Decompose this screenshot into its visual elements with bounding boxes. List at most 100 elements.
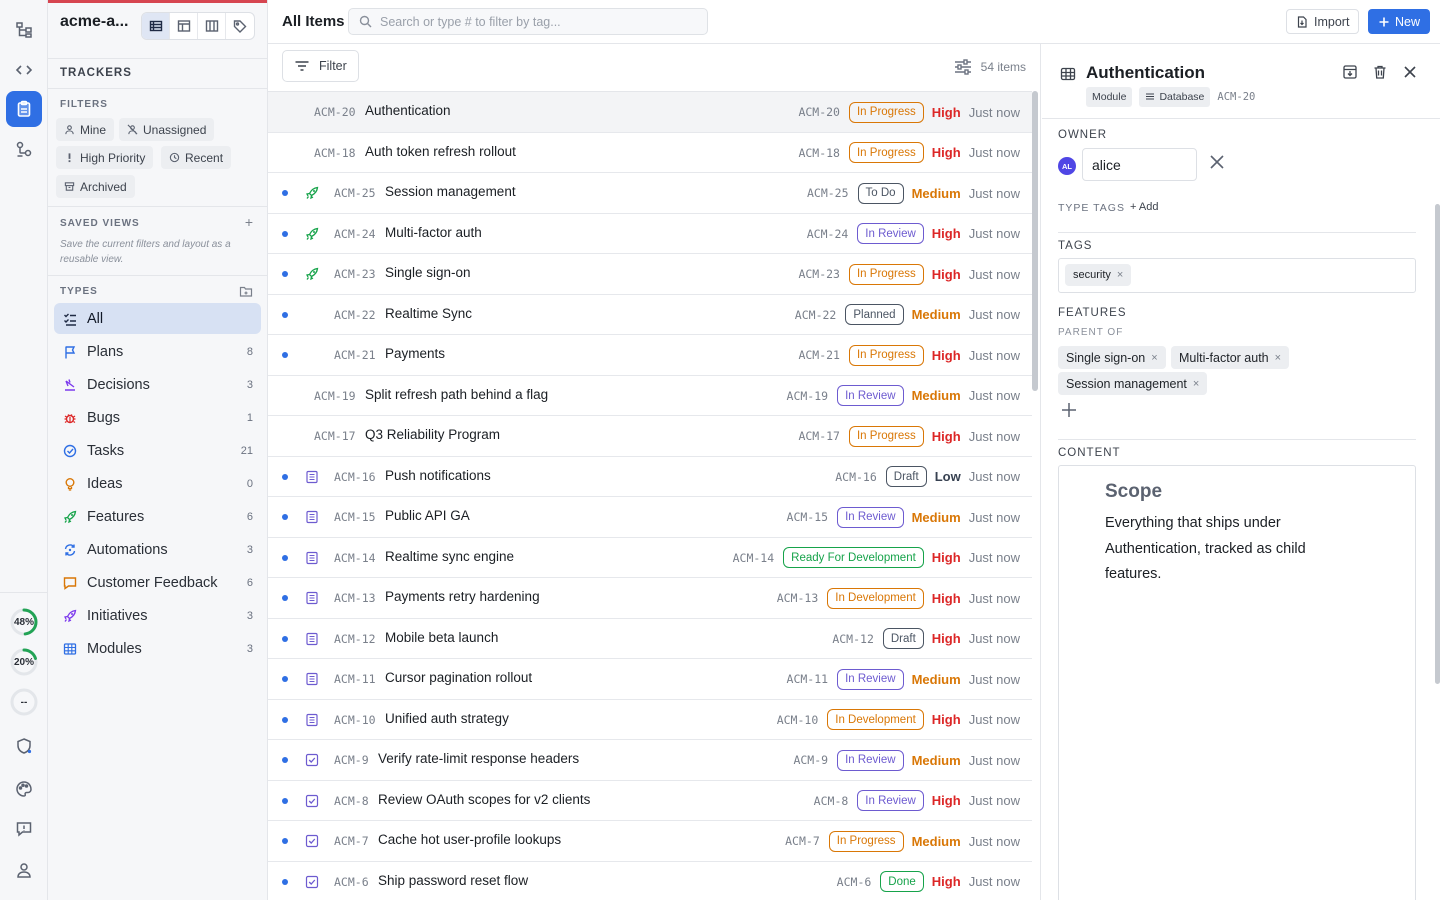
hierarchy-icon[interactable] <box>6 12 42 48</box>
detail-title[interactable]: Authentication <box>1086 63 1205 83</box>
shield-icon[interactable] <box>6 728 42 764</box>
table-row[interactable]: ACM-23 Single sign-on ACM-23 In Progress Hig… <box>268 254 1032 295</box>
priority-label[interactable]: High <box>932 145 961 160</box>
table-row[interactable]: ACM-20 Authentication ACM-20 In Progress Hig… <box>268 92 1032 133</box>
priority-label[interactable]: High <box>932 267 961 282</box>
feedback-icon[interactable] <box>6 811 42 847</box>
owner-field[interactable]: alice <box>1082 148 1197 181</box>
type-item-tasks[interactable]: Tasks 21 <box>54 435 261 466</box>
search-box[interactable] <box>348 8 708 35</box>
status-badge[interactable]: In Progress <box>848 425 924 447</box>
status-badge[interactable]: Done <box>880 871 924 892</box>
priority-label[interactable]: High <box>932 226 961 241</box>
table-view-icon[interactable] <box>170 13 198 39</box>
status-badge[interactable]: Ready For Development <box>783 547 924 568</box>
list-view-icon[interactable] <box>142 13 170 39</box>
status-badge[interactable]: In Development <box>827 709 924 730</box>
board-view-icon[interactable] <box>198 13 226 39</box>
priority-label[interactable]: High <box>932 105 961 120</box>
tag-view-icon[interactable] <box>226 13 254 39</box>
priority-label[interactable]: High <box>932 591 961 606</box>
status-badge[interactable]: Draft <box>882 628 924 649</box>
status-badge[interactable]: Draft <box>885 466 927 487</box>
table-row[interactable]: ACM-22 Realtime Sync ACM-22 Planned Medium Ju… <box>268 295 1032 335</box>
table-row[interactable]: ACM-9 Verify rate-limit response headers A… <box>268 740 1032 781</box>
priority-label[interactable]: Low <box>935 469 961 484</box>
priority-label[interactable]: High <box>932 348 961 363</box>
filter-chip-unassigned[interactable]: Unassigned <box>119 118 215 141</box>
status-badge[interactable]: In Progress <box>848 101 924 123</box>
table-row[interactable]: ACM-19 Split refresh path behind a flag AC… <box>268 376 1032 416</box>
type-item-automations[interactable]: Automations 3 <box>54 534 261 565</box>
priority-label[interactable]: Medium <box>912 307 961 322</box>
table-row[interactable]: ACM-14 Realtime sync engine ACM-14 Ready Fo… <box>268 538 1032 578</box>
detail-scrollbar[interactable] <box>1435 204 1440 684</box>
priority-label[interactable]: High <box>932 712 961 727</box>
priority-label[interactable]: High <box>932 874 961 889</box>
new-button[interactable]: New <box>1368 9 1431 34</box>
priority-label[interactable]: Medium <box>912 753 961 768</box>
feature-chip[interactable]: Session management × <box>1058 372 1208 395</box>
add-type-tag-link[interactable]: + Add <box>1130 201 1158 213</box>
status-badge[interactable]: In Progress <box>848 344 924 366</box>
feature-chip[interactable]: Single sign-on × <box>1058 346 1166 369</box>
add-feature-icon[interactable] <box>1060 401 1078 419</box>
tag-chip[interactable]: security × <box>1065 264 1132 286</box>
database-pill[interactable]: Database <box>1139 87 1211 107</box>
table-row[interactable]: ACM-10 Unified auth strategy ACM-10 In Deve… <box>268 700 1032 740</box>
table-row[interactable]: ACM-16 Push notifications ACM-16 Draft Low Ju… <box>268 457 1032 497</box>
palette-icon[interactable] <box>6 771 42 807</box>
status-badge[interactable]: In Review <box>857 223 924 244</box>
priority-label[interactable]: High <box>932 429 961 444</box>
table-row[interactable]: ACM-18 Auth token refresh rollout ACM-18 In… <box>268 133 1032 173</box>
priority-label[interactable]: Medium <box>912 186 961 201</box>
archive-box-icon[interactable] <box>1342 64 1358 80</box>
feature-chip[interactable]: Multi-factor auth × <box>1171 346 1290 369</box>
status-badge[interactable]: In Progress <box>828 830 904 852</box>
filter-chip-recent[interactable]: Recent <box>161 146 232 169</box>
workspace-name[interactable]: acme-a... <box>60 13 128 31</box>
type-item-initiatives[interactable]: Initiatives 3 <box>54 600 261 631</box>
add-saved-view-icon[interactable]: + <box>245 214 253 230</box>
table-row[interactable]: ACM-21 Payments ACM-21 In Progress High Just … <box>268 335 1032 376</box>
type-item-decisions[interactable]: Decisions 3 <box>54 369 261 400</box>
tags-field[interactable]: security × <box>1058 258 1416 293</box>
status-badge[interactable]: In Development <box>827 587 924 609</box>
type-item-all[interactable]: All <box>54 303 261 334</box>
priority-label[interactable]: Medium <box>912 834 961 849</box>
type-item-customer-feedback[interactable]: Customer Feedback 6 <box>54 567 261 598</box>
automation-flow-icon[interactable] <box>6 131 42 167</box>
priority-label[interactable]: High <box>932 550 961 565</box>
code-icon[interactable] <box>6 52 42 88</box>
type-item-ideas[interactable]: Ideas 0 <box>54 468 261 499</box>
content-editor[interactable]: Scope Everything that ships under Authen… <box>1058 465 1416 900</box>
table-row[interactable]: ACM-7 Cache hot user-profile lookups ACM-7… <box>268 821 1032 862</box>
status-badge[interactable]: Planned <box>845 304 904 325</box>
remove-feature-icon[interactable]: × <box>1151 352 1157 364</box>
type-pill[interactable]: Module <box>1086 87 1133 107</box>
type-item-plans[interactable]: Plans 8 <box>54 336 261 367</box>
status-badge[interactable]: In Review <box>837 749 904 771</box>
status-badge[interactable]: In Review <box>837 385 904 406</box>
table-row[interactable]: ACM-13 Payments retry hardening ACM-13 In D… <box>268 578 1032 619</box>
priority-label[interactable]: Medium <box>912 510 961 525</box>
priority-label[interactable]: Medium <box>912 388 961 403</box>
filter-button[interactable]: Filter <box>282 50 359 82</box>
table-row[interactable]: ACM-24 Multi-factor auth ACM-24 In Review Hi… <box>268 214 1032 254</box>
status-badge[interactable]: In Review <box>857 790 924 811</box>
remove-feature-icon[interactable]: × <box>1193 378 1199 390</box>
status-badge[interactable]: In Review <box>837 668 904 690</box>
trash-icon[interactable] <box>1372 64 1388 80</box>
priority-label[interactable]: High <box>932 631 961 646</box>
table-row[interactable]: ACM-11 Cursor pagination rollout ACM-11 In … <box>268 659 1032 700</box>
table-row[interactable]: ACM-12 Mobile beta launch ACM-12 Draft High J… <box>268 619 1032 659</box>
clear-owner-icon[interactable] <box>1208 153 1226 171</box>
table-row[interactable]: ACM-6 Ship password reset flow ACM-6 Done Hi… <box>268 862 1032 900</box>
table-row[interactable]: ACM-15 Public API GA ACM-15 In Review Medium… <box>268 497 1032 538</box>
status-badge[interactable]: In Review <box>837 506 904 528</box>
user-icon[interactable] <box>6 852 42 888</box>
priority-label[interactable]: High <box>932 793 961 808</box>
close-icon[interactable] <box>1402 64 1418 80</box>
status-badge[interactable]: In Progress <box>848 142 924 163</box>
remove-feature-icon[interactable]: × <box>1275 352 1281 364</box>
